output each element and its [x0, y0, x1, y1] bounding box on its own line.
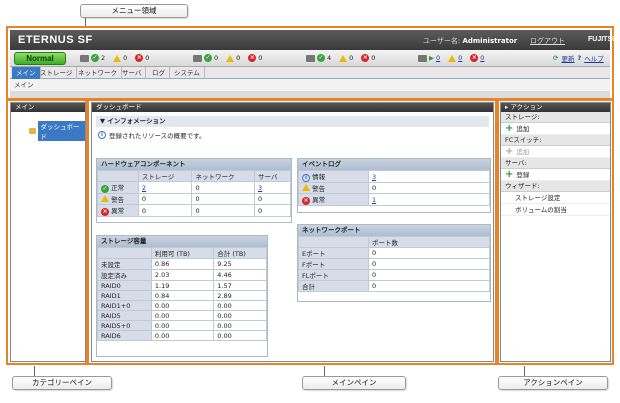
tab-storage[interactable]: ストレージ	[36, 67, 78, 79]
plus-icon: +	[505, 122, 514, 134]
tab-server[interactable]: サーバ	[118, 67, 147, 79]
switch-status[interactable]: ✓ 0 0 × 0	[193, 54, 262, 62]
help-icon[interactable]: ?	[577, 54, 581, 62]
table-row: FLポート 0	[298, 269, 490, 281]
information-header[interactable]: ▼ インフォメーション	[96, 116, 489, 127]
tab-system[interactable]: システム	[170, 67, 205, 79]
table-row: × 異常 1	[298, 193, 490, 206]
table-row: RAID1 0.84 2.89	[97, 290, 267, 301]
error-icon: ×	[470, 54, 479, 62]
callout-main-pane: メインペイン	[302, 376, 406, 390]
callout-action-pane: アクションペイン	[498, 376, 608, 390]
table-row: 設定済み 2.03 4.46	[97, 269, 267, 281]
breadcrumb: メイン	[10, 79, 610, 91]
product-logo: ETERNUS SF	[18, 34, 93, 46]
warning-icon	[448, 54, 457, 62]
action-pane: ▸ アクション ストレージ: + 追加 FCスイッチ: + 追加 サーバ: + 登録 …	[500, 102, 611, 362]
category-item-dashboard[interactable]: ダッシュボード	[29, 121, 85, 141]
user-info: ユーザー名: Administrator	[423, 37, 518, 45]
action-group-storage: ストレージ:	[501, 112, 610, 123]
plus-icon: +	[505, 168, 514, 180]
tab-network[interactable]: ネットワーク	[74, 67, 122, 79]
main-pane: ダッシュボード ▼ インフォメーション i 登録されたリソースの概要です。 ハード…	[91, 102, 494, 362]
table-row: RAID5+0 0.00 0.00	[97, 320, 267, 331]
vendor-logo: FUJITSU	[588, 36, 618, 43]
plus-icon: +	[505, 145, 514, 157]
table-row: 警告 0 0 0	[97, 193, 291, 205]
warning-icon	[339, 54, 348, 62]
task-icon	[418, 54, 427, 62]
table-row: RAID0 1.19 1.57	[97, 280, 267, 291]
ok-icon: ✓	[101, 185, 109, 193]
server-status[interactable]: ✓ 4 0 × 0	[306, 54, 375, 62]
network-ports-panel: ネットワークポート ポート数 Eポート 0 Fポート 0 FLポート 0 合計 0	[297, 224, 491, 302]
help-link[interactable]: ヘルプ	[584, 53, 604, 63]
running-icon: ▶	[429, 54, 434, 62]
action-group-server: サーバ:	[501, 158, 610, 169]
wizard-volume-assign[interactable]: ボリュームの割当	[501, 204, 610, 216]
wizard-storage-setup[interactable]: ストレージ設定	[501, 192, 610, 204]
storage-add-action[interactable]: + 追加	[501, 123, 610, 135]
warning-icon	[226, 54, 235, 62]
table-row: i 情報 3	[298, 170, 490, 183]
table-row: 合計 0	[298, 280, 490, 292]
info-icon: i	[98, 131, 106, 139]
error-icon: ×	[135, 54, 144, 62]
callout-category-pane: カテゴリーペイン	[12, 376, 112, 390]
ok-icon: ✓	[317, 54, 325, 62]
tab-log[interactable]: ログ	[148, 67, 170, 79]
table-row: ✓ 正常 2 0 3	[97, 181, 291, 194]
switch-icon	[193, 54, 202, 62]
task-status[interactable]: ▶ 0 0 × 0	[418, 54, 484, 62]
storage-status[interactable]: ✓ 2 0 × 0	[80, 54, 149, 62]
overall-status-badge[interactable]: Normal	[14, 52, 66, 65]
logout-link[interactable]: ログアウト	[530, 36, 565, 46]
refresh-link[interactable]: 更新	[561, 53, 574, 63]
folder-icon	[29, 128, 37, 134]
fc-switch-add-action: + 追加	[501, 146, 610, 158]
table-row: Fポート 0	[298, 258, 490, 270]
warning-icon	[101, 195, 109, 202]
error-icon: ×	[302, 197, 310, 205]
error-icon: ×	[361, 54, 370, 62]
information-text: i 登録されたリソースの概要です。	[98, 130, 493, 140]
callout-menu-area: メニュー領域	[80, 4, 188, 18]
ok-icon: ✓	[204, 54, 212, 62]
action-group-fc-switch: FCスイッチ:	[501, 135, 610, 146]
info-icon: i	[302, 174, 310, 182]
action-pane-title: ▸ アクション	[501, 103, 610, 112]
table-row: 警告 0	[298, 182, 490, 194]
action-group-wizard: ウィザード:	[501, 181, 610, 192]
table-row: 未設定 0.86 9.25	[97, 258, 267, 270]
menu-area: ETERNUS SF ユーザー名: Administrator ログアウト FU…	[10, 30, 617, 98]
table-row: Eポート 0	[298, 247, 490, 259]
error-icon: ×	[248, 54, 257, 62]
error-icon: ×	[101, 208, 109, 216]
server-register-action[interactable]: + 登録	[501, 169, 610, 181]
ok-icon: ✓	[91, 54, 99, 62]
table-row: RAID5 0.00 0.00	[97, 310, 267, 321]
main-tabs: メイン ストレージ ネットワーク サーバ ログ システム	[10, 67, 610, 79]
warning-icon	[113, 54, 122, 62]
table-row: × 異常 0 0 0	[97, 204, 291, 217]
storage-icon	[80, 54, 89, 62]
refresh-icon[interactable]: ⟳	[553, 54, 558, 62]
table-row: RAID1+0 0.00 0.00	[97, 300, 267, 311]
warning-icon	[302, 184, 310, 191]
category-pane: メイン ダッシュボード	[10, 102, 86, 362]
event-log-panel: イベントログ i 情報 3 警告 0 × 異常 1	[297, 158, 491, 213]
table-row: RAID6 0.00 0.00	[97, 330, 267, 341]
category-pane-title: メイン	[11, 103, 85, 112]
main-pane-title: ダッシュボード	[92, 103, 493, 112]
server-icon	[306, 54, 315, 62]
status-bar: Normal ✓ 2 0 × 0 ✓ 0 0 × 0 ✓ 4 0 × 0 ▶ 0 0 × 0 ⟳…	[10, 50, 610, 67]
hardware-components-panel: ハードウェアコンポーネント ストレージ ネットワーク サーバ ✓ 正常 2 0 3 警告 0…	[96, 158, 292, 223]
storage-capacity-panel: ストレージ容量 利用可 (TB) 合計 (TB) 未設定 0.86 9.25 設定済み…	[96, 235, 268, 357]
